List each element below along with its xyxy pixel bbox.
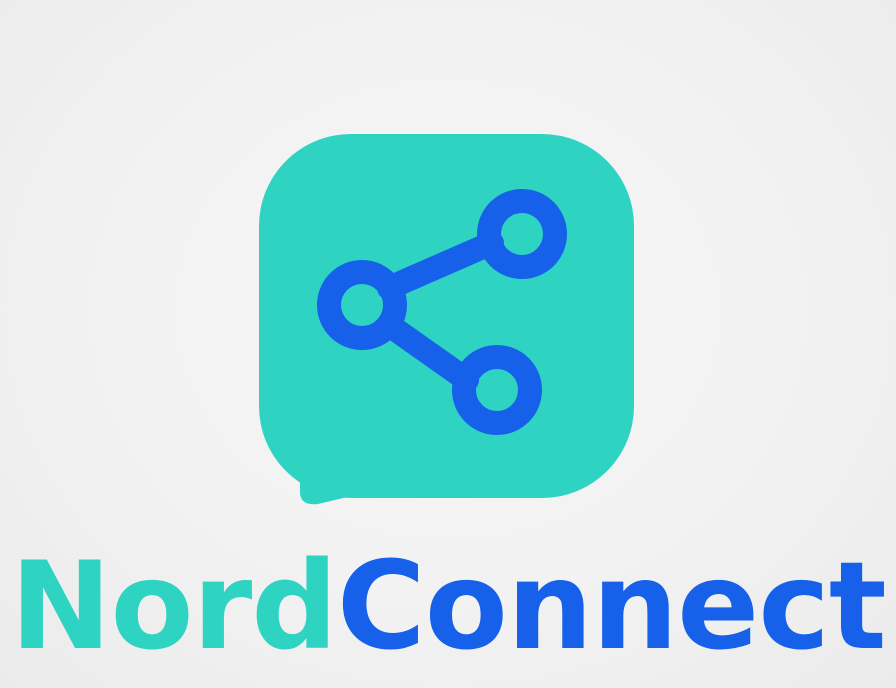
brand-wordmark: NordConnect xyxy=(0,532,896,682)
brand-name-part-connect: Connect xyxy=(336,536,887,677)
brand-name-part-nord: Nord xyxy=(10,536,338,677)
speech-bubble-icon xyxy=(259,134,634,505)
